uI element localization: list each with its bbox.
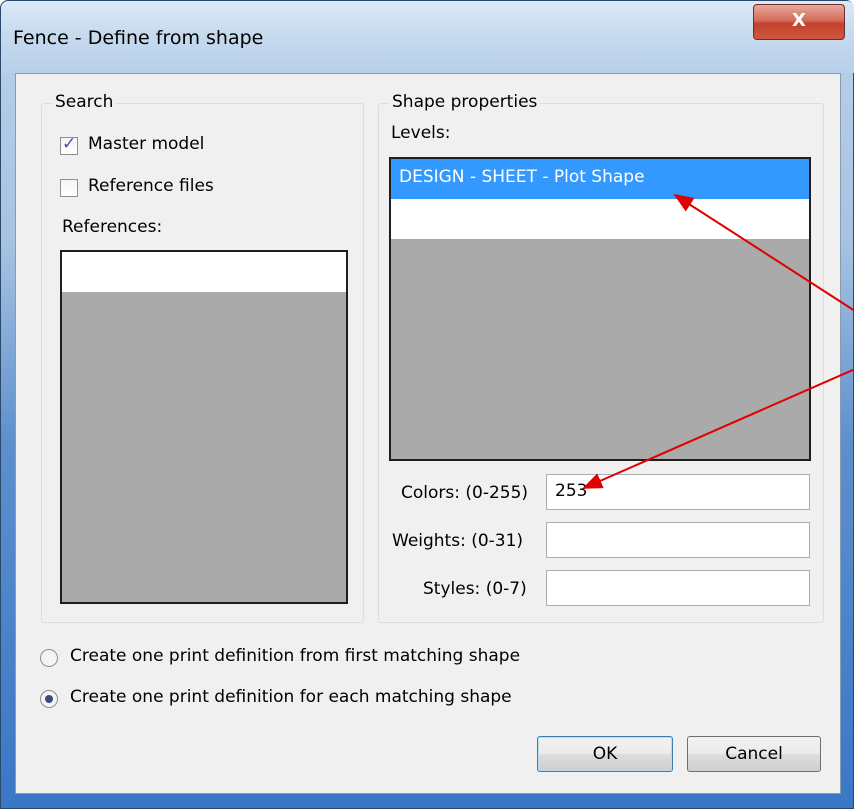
arrow-to-level xyxy=(673,193,854,312)
arrow-to-color xyxy=(582,368,854,489)
dialog-window: Fence - Define from shape X Search ✓ Mas… xyxy=(0,0,854,809)
annotation-arrows xyxy=(582,193,854,489)
